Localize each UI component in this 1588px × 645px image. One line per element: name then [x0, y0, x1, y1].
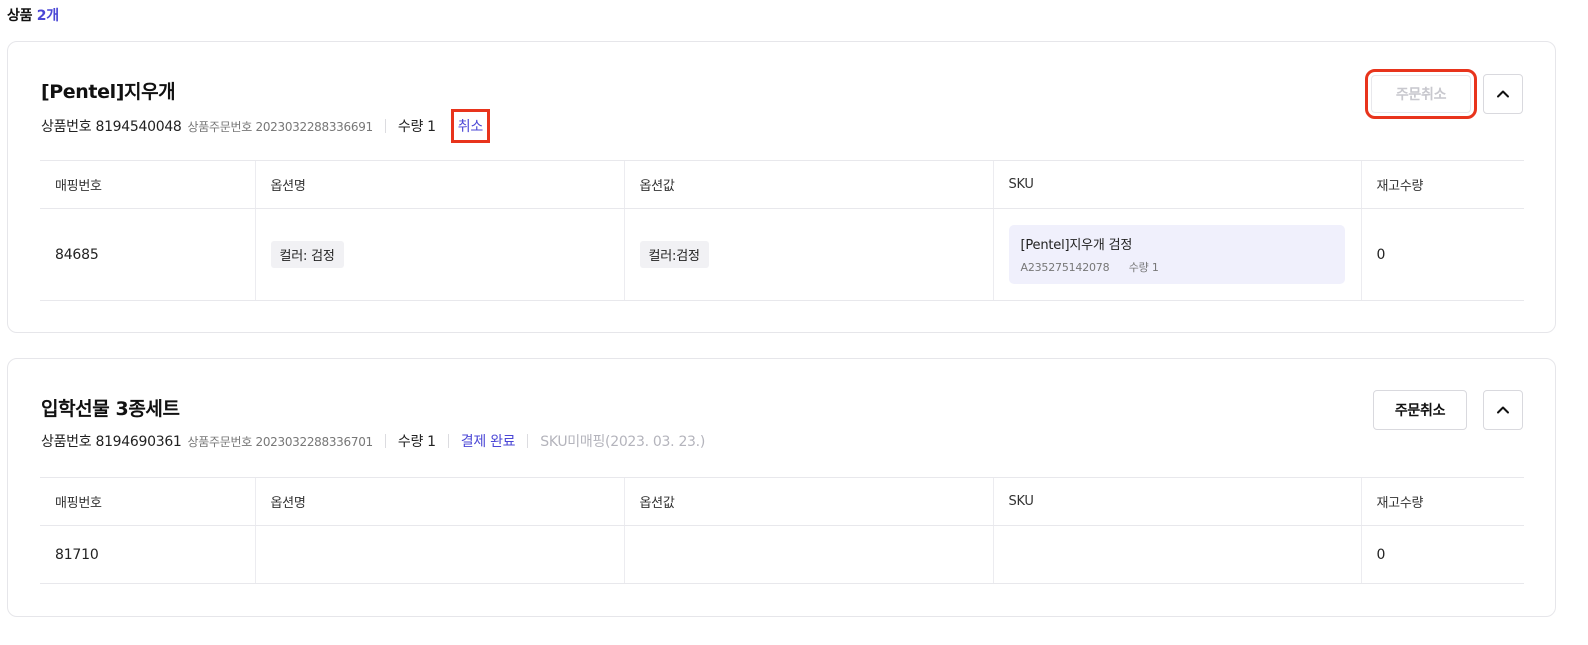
- sku-details: A235275142078 수량 1: [1021, 259, 1333, 275]
- order-status-link[interactable]: 결제 완료: [461, 431, 516, 451]
- option-value-chip: 컬러:검정: [639, 241, 709, 268]
- column-header-stock: 재고수량: [1360, 477, 1524, 526]
- collapse-button[interactable]: [1483, 74, 1523, 114]
- product-quantity: 수량 1: [397, 119, 436, 135]
- column-header-option-name: 옵션명: [254, 160, 624, 209]
- option-value-cell: [623, 525, 993, 584]
- sku-info-box: [Pentel]지우개 검정 A235275142078 수량 1: [1008, 225, 1345, 284]
- option-name-cell: 컬러: 검정: [254, 208, 624, 301]
- mapping-number-cell: 81710: [40, 525, 255, 584]
- table-row: 81710 0: [40, 525, 1524, 584]
- column-header-option-value: 옵션값: [623, 160, 993, 209]
- product-count-value: 2개: [36, 8, 59, 24]
- order-cancel-button[interactable]: 주문취소: [1373, 390, 1467, 430]
- product-count-label: 상품: [7, 8, 33, 24]
- order-status-link[interactable]: 취소: [450, 109, 490, 143]
- sku-mapping-status: SKU미매핑(2023. 03. 23.): [540, 434, 705, 450]
- option-name-chip: 컬러: 검정: [270, 241, 344, 268]
- option-name-cell: [254, 525, 624, 584]
- column-header-sku: SKU: [992, 160, 1361, 209]
- column-header-mapping-no: 매핑번호: [40, 477, 255, 526]
- sku-quantity: 수량 1: [1128, 261, 1159, 274]
- product-card: 입학선물 3종세트 상품번호 8194690361 상품주문번호 2023032…: [7, 358, 1556, 617]
- option-table: 매핑번호 옵션명 옵션값 SKU 재고수량 84685 컬러: 검정 컬러:검정…: [40, 160, 1524, 301]
- product-number: 상품번호 8194540048: [41, 119, 182, 135]
- product-number: 상품번호 8194690361: [41, 434, 182, 450]
- table-header-row: 매핑번호 옵션명 옵션값 SKU 재고수량: [40, 477, 1524, 526]
- product-order-number: 상품주문번호 2023032288336701: [187, 434, 374, 449]
- column-header-option-name: 옵션명: [254, 477, 624, 526]
- column-header-option-value: 옵션값: [623, 477, 993, 526]
- product-title: [Pentel]지우개: [41, 81, 176, 103]
- table-header-row: 매핑번호 옵션명 옵션값 SKU 재고수량: [40, 160, 1524, 209]
- option-value-cell: 컬러:검정: [623, 208, 993, 301]
- table-row: 84685 컬러: 검정 컬러:검정 [Pentel]지우개 검정 A23527…: [40, 208, 1524, 301]
- column-header-stock: 재고수량: [1360, 160, 1524, 209]
- product-quantity: 수량 1: [397, 434, 436, 450]
- meta-divider: [384, 434, 386, 448]
- product-order-number: 상품주문번호 2023032288336691: [187, 119, 374, 134]
- stock-cell: 0: [1360, 208, 1524, 301]
- product-meta: 상품번호 8194690361 상품주문번호 2023032288336701 …: [41, 431, 705, 451]
- meta-divider: [527, 434, 529, 448]
- meta-divider: [447, 434, 449, 448]
- chevron-up-icon: [1497, 406, 1509, 414]
- meta-divider: [384, 119, 386, 133]
- product-title: 입학선물 3종세트: [41, 398, 180, 420]
- column-header-mapping-no: 매핑번호: [40, 160, 255, 209]
- option-table: 매핑번호 옵션명 옵션값 SKU 재고수량 81710 0: [40, 477, 1524, 584]
- product-card: [Pentel]지우개 상품번호 8194540048 상품주문번호 20230…: [7, 41, 1556, 333]
- sku-cell: [992, 525, 1361, 584]
- chevron-up-icon: [1497, 90, 1509, 98]
- order-cancel-button[interactable]: 주문취소: [1365, 69, 1477, 119]
- stock-cell: 0: [1360, 525, 1524, 584]
- collapse-button[interactable]: [1483, 390, 1523, 430]
- sku-code: A235275142078: [1020, 261, 1110, 274]
- product-count-header: 상품 2개: [7, 5, 59, 25]
- sku-cell: [Pentel]지우개 검정 A235275142078 수량 1: [992, 208, 1361, 301]
- product-meta: 상품번호 8194540048 상품주문번호 2023032288336691 …: [41, 109, 490, 143]
- sku-name: [Pentel]지우개 검정: [1020, 238, 1133, 253]
- column-header-sku: SKU: [992, 477, 1361, 526]
- mapping-number-cell: 84685: [40, 208, 255, 301]
